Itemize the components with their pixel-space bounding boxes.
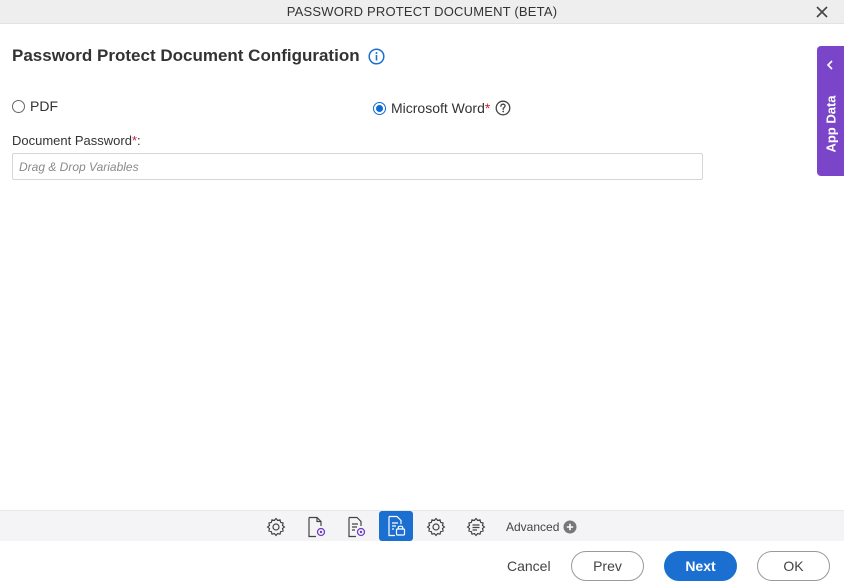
radio-label-microsoft-word: Microsoft Word	[391, 100, 485, 116]
radio-option-microsoft-word[interactable]: Microsoft Word *	[373, 100, 511, 116]
gear-icon[interactable]	[259, 511, 293, 542]
document-password-label: Document Password*:	[12, 133, 141, 148]
app-data-panel-toggle[interactable]: App Data	[817, 46, 844, 176]
cancel-button[interactable]: Cancel	[507, 558, 551, 574]
ok-button[interactable]: OK	[757, 551, 830, 581]
page-title: Password Protect Document Configuration	[12, 46, 360, 65]
prev-button[interactable]: Prev	[571, 551, 644, 581]
radio-button-microsoft-word[interactable]	[373, 101, 386, 115]
info-icon[interactable]	[368, 47, 386, 65]
radio-option-pdf[interactable]: PDF	[12, 98, 58, 114]
advanced-button[interactable]: Advanced	[506, 511, 577, 542]
help-icon[interactable]	[495, 100, 511, 116]
list-settings-icon[interactable]	[459, 511, 493, 542]
chevron-left-icon	[825, 57, 835, 75]
close-icon[interactable]	[812, 2, 832, 22]
radio-button-pdf[interactable]	[12, 99, 25, 113]
required-mark: *	[484, 100, 491, 116]
document-lock-icon[interactable]	[379, 511, 413, 541]
plus-circle-icon	[563, 520, 577, 534]
document-list-settings-icon[interactable]	[339, 511, 373, 542]
page-heading: Password Protect Document Configuration	[12, 46, 386, 66]
gear-icon[interactable]	[419, 511, 453, 542]
app-data-label: App Data	[823, 95, 838, 153]
advanced-label: Advanced	[506, 519, 560, 534]
dialog-title: PASSWORD PROTECT DOCUMENT (BETA)	[286, 4, 558, 19]
next-button[interactable]: Next	[664, 551, 737, 581]
dialog-footer: Cancel Prev Next OK	[0, 541, 844, 584]
document-settings-icon[interactable]	[299, 511, 333, 542]
radio-label-pdf: PDF	[30, 98, 58, 114]
step-toolbar: Advanced	[0, 510, 844, 541]
document-password-input[interactable]	[12, 153, 703, 180]
dialog-titlebar: PASSWORD PROTECT DOCUMENT (BETA)	[0, 0, 844, 24]
